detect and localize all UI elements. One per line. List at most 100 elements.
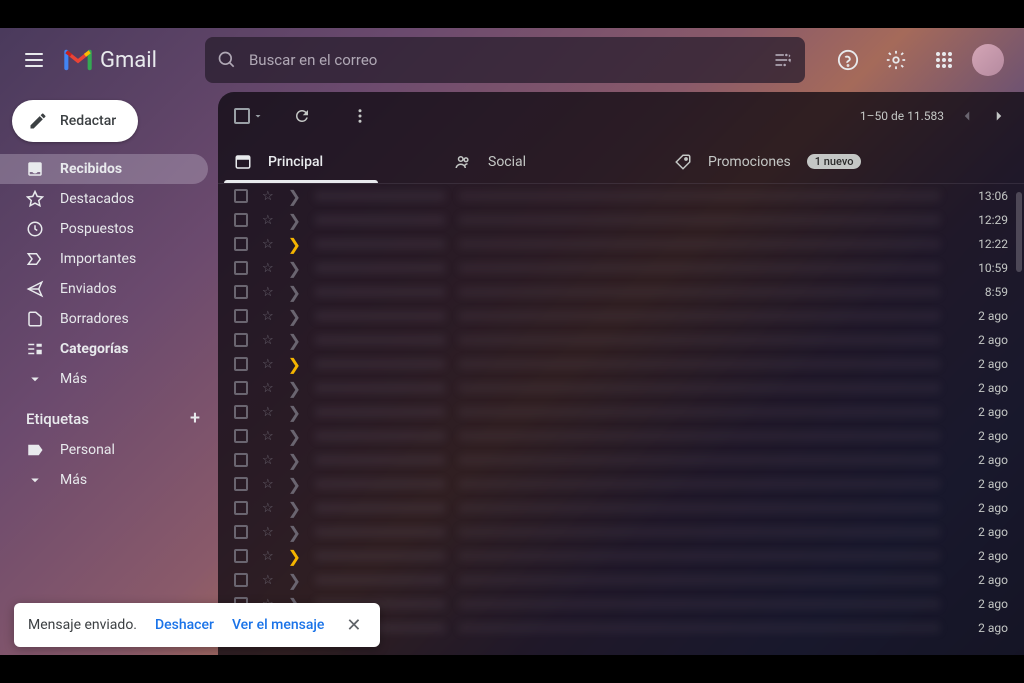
important-icon[interactable]: ❯ (288, 283, 301, 302)
important-icon[interactable]: ❯ (288, 211, 301, 230)
important-icon[interactable]: ❯ (288, 547, 301, 566)
email-row[interactable]: ☆❯2 ago (218, 568, 1024, 592)
more-actions-button[interactable] (340, 96, 380, 136)
row-checkbox[interactable] (234, 429, 248, 443)
star-icon[interactable]: ☆ (262, 429, 274, 444)
star-icon[interactable]: ☆ (262, 501, 274, 516)
star-icon[interactable]: ☆ (262, 189, 274, 204)
important-icon[interactable]: ❯ (288, 355, 301, 374)
row-checkbox[interactable] (234, 405, 248, 419)
email-row[interactable]: ☆❯2 ago (218, 544, 1024, 568)
email-row[interactable]: ☆❯2 ago (218, 448, 1024, 472)
nav-item-send[interactable]: Enviados (0, 274, 208, 304)
row-checkbox[interactable] (234, 453, 248, 467)
email-row[interactable]: ☆❯2 ago (218, 304, 1024, 328)
nav-item-draft[interactable]: Borradores (0, 304, 208, 334)
label-item[interactable]: Más (0, 465, 208, 495)
close-toast-button[interactable]: ✕ (342, 615, 365, 636)
nav-item-categories[interactable]: Categorías (0, 334, 208, 364)
label-item[interactable]: Personal (0, 435, 208, 465)
important-icon[interactable]: ❯ (288, 523, 301, 542)
important-icon[interactable]: ❯ (288, 235, 301, 254)
search-bar[interactable] (205, 37, 805, 83)
compose-button[interactable]: Redactar (12, 100, 138, 142)
email-row[interactable]: ☆❯2 ago (218, 376, 1024, 400)
star-icon[interactable]: ☆ (262, 213, 274, 228)
star-icon[interactable]: ☆ (262, 453, 274, 468)
settings-button[interactable] (876, 40, 916, 80)
email-row[interactable]: ☆❯2 ago (218, 400, 1024, 424)
gmail-logo[interactable]: Gmail (64, 48, 157, 73)
row-checkbox[interactable] (234, 525, 248, 539)
select-all-checkbox[interactable] (234, 108, 250, 124)
row-checkbox[interactable] (234, 381, 248, 395)
important-icon[interactable]: ❯ (288, 259, 301, 278)
prev-page-button[interactable] (958, 107, 976, 125)
add-label-button[interactable]: + (190, 408, 200, 429)
important-icon[interactable]: ❯ (288, 403, 301, 422)
star-icon[interactable]: ☆ (262, 261, 274, 276)
search-input[interactable] (249, 51, 761, 69)
row-checkbox[interactable] (234, 213, 248, 227)
help-button[interactable] (828, 40, 868, 80)
nav-item-clock[interactable]: Pospuestos (0, 214, 208, 244)
next-page-button[interactable] (990, 107, 1008, 125)
important-icon[interactable]: ❯ (288, 499, 301, 518)
important-icon[interactable]: ❯ (288, 427, 301, 446)
star-icon[interactable]: ☆ (262, 357, 274, 372)
important-icon[interactable]: ❯ (288, 307, 301, 326)
star-icon[interactable]: ☆ (262, 525, 274, 540)
email-row[interactable]: ☆❯12:22 (218, 232, 1024, 256)
view-message-button[interactable]: Ver el mensaje (232, 617, 324, 633)
email-row[interactable]: ☆❯2 ago (218, 472, 1024, 496)
star-icon[interactable]: ☆ (262, 285, 274, 300)
row-checkbox[interactable] (234, 549, 248, 563)
email-row[interactable]: ☆❯2 ago (218, 496, 1024, 520)
row-checkbox[interactable] (234, 477, 248, 491)
email-row[interactable]: ☆❯10:59 (218, 256, 1024, 280)
nav-item-more[interactable]: Más (0, 364, 208, 394)
email-row[interactable]: ☆❯8:59 (218, 280, 1024, 304)
star-icon[interactable]: ☆ (262, 549, 274, 564)
important-icon[interactable]: ❯ (288, 379, 301, 398)
star-icon[interactable]: ☆ (262, 477, 274, 492)
row-checkbox[interactable] (234, 189, 248, 203)
tab-social[interactable]: Social (438, 140, 658, 183)
account-avatar[interactable] (972, 44, 1004, 76)
email-row[interactable]: ☆❯2 ago (218, 520, 1024, 544)
email-row[interactable]: ☆❯2 ago (218, 328, 1024, 352)
nav-item-star[interactable]: Destacados (0, 184, 208, 214)
row-checkbox[interactable] (234, 285, 248, 299)
row-checkbox[interactable] (234, 309, 248, 323)
row-checkbox[interactable] (234, 333, 248, 347)
nav-item-important[interactable]: Importantes (0, 244, 208, 274)
star-icon[interactable]: ☆ (262, 405, 274, 420)
row-checkbox[interactable] (234, 261, 248, 275)
apps-button[interactable] (924, 40, 964, 80)
row-checkbox[interactable] (234, 501, 248, 515)
nav-item-inbox[interactable]: Recibidos (0, 154, 208, 184)
row-checkbox[interactable] (234, 573, 248, 587)
important-icon[interactable]: ❯ (288, 571, 301, 590)
tab-promociones[interactable]: Promociones1 nuevo (658, 140, 878, 183)
main-menu-button[interactable] (12, 38, 56, 82)
select-all-dropdown[interactable] (234, 108, 264, 124)
row-checkbox[interactable] (234, 357, 248, 371)
row-checkbox[interactable] (234, 237, 248, 251)
email-row[interactable]: ☆❯13:06 (218, 184, 1024, 208)
important-icon[interactable]: ❯ (288, 187, 301, 206)
star-icon[interactable]: ☆ (262, 381, 274, 396)
star-icon[interactable]: ☆ (262, 573, 274, 588)
undo-button[interactable]: Deshacer (155, 617, 214, 633)
star-icon[interactable]: ☆ (262, 333, 274, 348)
star-icon[interactable]: ☆ (262, 309, 274, 324)
scrollbar-thumb[interactable] (1016, 192, 1022, 272)
search-options-icon[interactable] (773, 50, 793, 70)
email-row[interactable]: ☆❯2 ago (218, 352, 1024, 376)
star-icon[interactable]: ☆ (262, 237, 274, 252)
tab-principal[interactable]: Principal (218, 140, 438, 183)
refresh-button[interactable] (282, 96, 322, 136)
important-icon[interactable]: ❯ (288, 475, 301, 494)
important-icon[interactable]: ❯ (288, 451, 301, 470)
important-icon[interactable]: ❯ (288, 331, 301, 350)
